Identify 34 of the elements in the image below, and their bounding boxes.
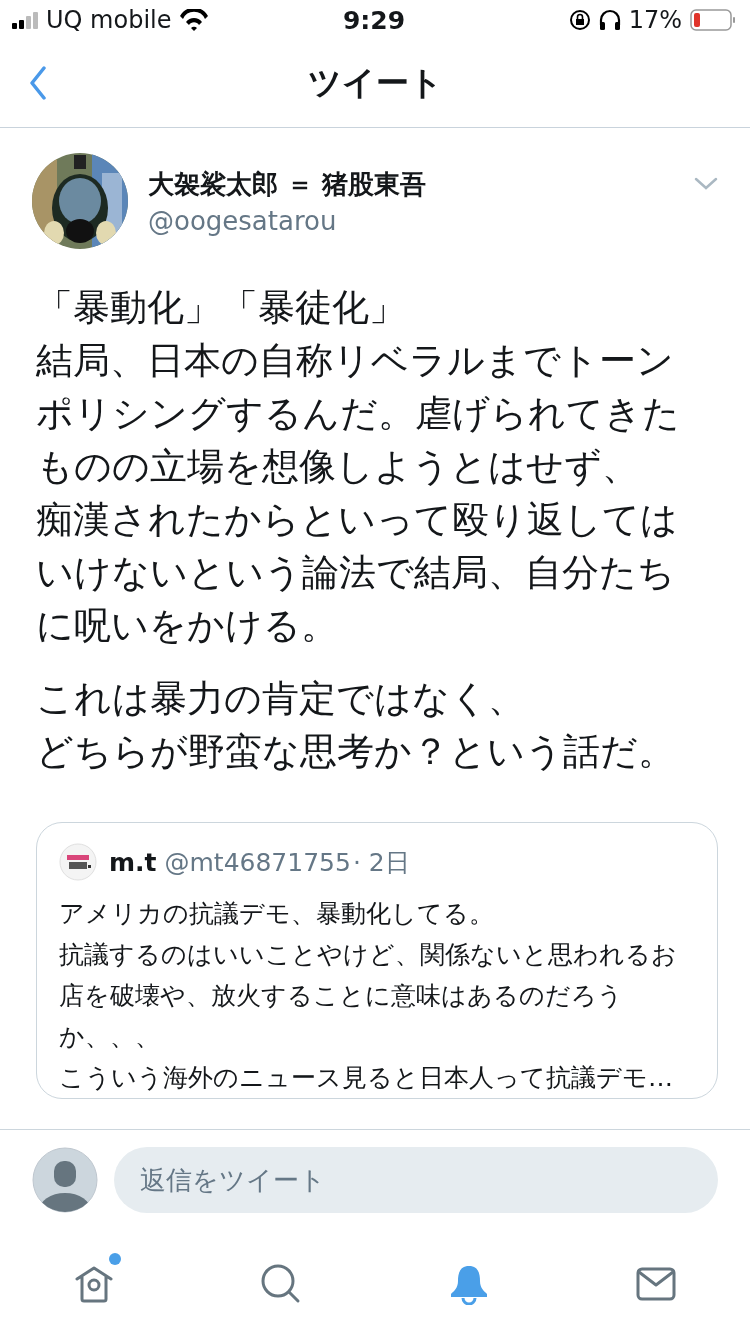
tweet-text-line: これは暴力の肯定ではなく、 [36,676,525,722]
tweet-text-line: いけないという論法で結局、自分たち [36,550,675,596]
battery-icon [690,9,736,31]
user-avatar-icon [32,1147,98,1213]
quoted-text-line: アメリカの抗議デモ、暴動化してる。 [59,898,494,930]
headphones-icon [598,9,621,31]
quoted-text-line: か、、、 [59,1021,160,1053]
quoted-tweet-card[interactable]: m.t @mt46871755· 2日 アメリカの抗議デモ、暴動化してる。 抗議するのはいいことやけど、関係ないと思われるお 店を破壊や、放火することに意味はあるのだろう か、、、 こういう海外のニュース見ると日本人って抗議デモ… [36,822,718,1099]
tweet-text-line: に呪いをかける。 [36,603,338,649]
rotation-lock-icon [568,9,591,31]
post-time: · 2日 [352,846,410,879]
quoted-text-line: 店を破壊や、放火することに意味はあるのだろう [59,980,623,1012]
display-name: m.t [109,847,157,877]
back-button[interactable] [28,66,48,100]
user-handle: @mt46871755 [164,847,351,877]
quoted-text-line: こういう海外のニュース見ると日本人って抗議デモ… [59,1062,673,1094]
tweet-text-line: ポリシングするんだ。虐げられてきた [36,391,680,437]
battery-percent: 17% [628,6,682,34]
tweet-text-line: 結局、日本の自称リベラルまでトーン [36,338,674,384]
back-icon [28,66,48,100]
display-name: 大袈裟太郎 ＝ 猪股東吾 [148,167,428,201]
quoted-text-line: 抗議するのはいいことやけど、関係ないと思われるお [59,939,677,971]
screen-title: ツイート [307,62,443,104]
tweet-text-line: ものの立場を想像しようとはせず、 [36,444,639,490]
signal-icon [12,11,38,29]
user-handle: @oogesatarou [148,205,338,236]
tweet-text-line: どちらが野蛮な思考か？という話だ。 [36,729,675,775]
tweet-text-line: 「暴動化」「暴徒化」 [36,285,406,331]
wifi-icon [179,9,210,31]
clock-time: 9:29 [342,5,406,35]
chevron-down-icon [694,177,718,190]
tweet-text-line: 痴漢されたからといって殴り返しては [36,497,678,543]
reply-field[interactable]: 返信をツイート [114,1147,718,1213]
carrier-name: UQ mobile [46,6,172,34]
